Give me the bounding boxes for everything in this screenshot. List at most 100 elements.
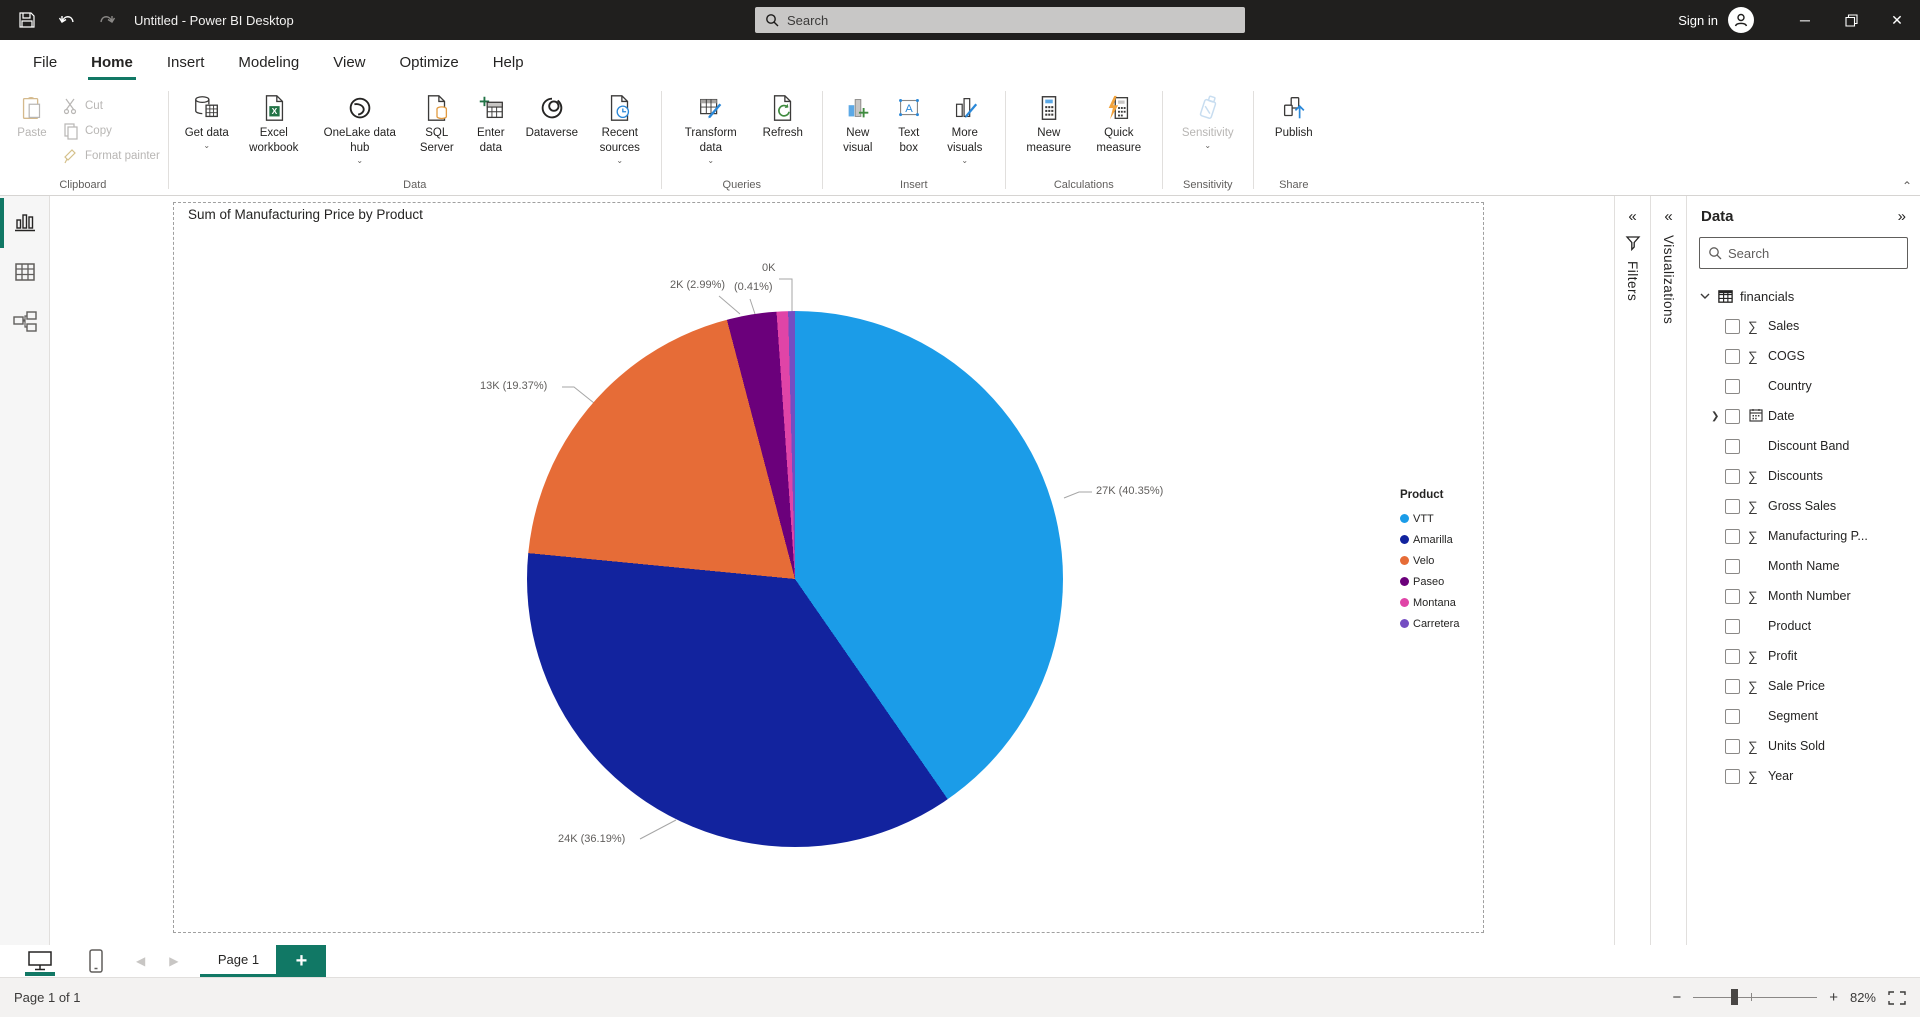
legend-item[interactable]: Amarilla (1400, 529, 1459, 550)
paste-button[interactable]: Paste (10, 89, 54, 141)
titlebar-search[interactable] (755, 7, 1245, 33)
field-row[interactable]: Country (1687, 371, 1920, 401)
field-checkbox[interactable] (1725, 619, 1740, 634)
next-page-arrow[interactable]: ▶ (169, 954, 178, 968)
search-input[interactable] (787, 13, 1207, 28)
field-checkbox[interactable] (1725, 379, 1740, 394)
expand-filters-icon[interactable]: « (1628, 208, 1636, 225)
field-checkbox[interactable] (1725, 589, 1740, 604)
save-icon[interactable] (14, 7, 40, 33)
close-button[interactable]: ✕ (1874, 0, 1920, 40)
menu-item-modeling[interactable]: Modeling (221, 43, 316, 82)
format-painter-button[interactable]: Format painter (62, 143, 160, 168)
field-checkbox[interactable] (1725, 349, 1740, 364)
transform-data-button[interactable]: Transform data⌄ (674, 89, 748, 166)
table-node-financials[interactable]: financials (1687, 281, 1920, 311)
legend-item[interactable]: Montana (1400, 592, 1459, 613)
recent-sources-button[interactable]: Recent sources⌄ (591, 89, 649, 166)
refresh-button[interactable]: Refresh (756, 89, 810, 141)
quick-measure-button[interactable]: Quick measure (1088, 89, 1150, 156)
field-row[interactable]: ∑Sales (1687, 311, 1920, 341)
previous-page-arrow[interactable]: ◀ (136, 954, 145, 968)
zoom-slider-handle[interactable] (1731, 989, 1738, 1005)
page-tab[interactable]: Page 1 (200, 945, 276, 977)
zoom-out-button[interactable]: − (1672, 989, 1681, 1006)
field-row[interactable]: ∑Gross Sales (1687, 491, 1920, 521)
collapse-data-pane-icon[interactable]: » (1898, 208, 1906, 225)
field-checkbox[interactable] (1725, 499, 1740, 514)
menu-item-optimize[interactable]: Optimize (383, 43, 476, 82)
field-row[interactable]: ∑Manufacturing P... (1687, 521, 1920, 551)
copy-button[interactable]: Copy (62, 118, 160, 143)
field-checkbox[interactable] (1725, 409, 1740, 424)
field-checkbox[interactable] (1725, 439, 1740, 454)
field-row[interactable]: ∑Sale Price (1687, 671, 1920, 701)
report-canvas[interactable]: Sum of Manufacturing Price by Product 27… (50, 196, 1614, 945)
field-checkbox[interactable] (1725, 769, 1740, 784)
field-checkbox[interactable] (1725, 739, 1740, 754)
field-row[interactable]: ∑COGS (1687, 341, 1920, 371)
field-row[interactable]: Segment (1687, 701, 1920, 731)
field-row[interactable]: Discount Band (1687, 431, 1920, 461)
table-view-button[interactable] (11, 258, 39, 286)
field-checkbox[interactable] (1725, 709, 1740, 724)
undo-icon[interactable] (54, 7, 80, 33)
field-row[interactable]: ∑Year (1687, 761, 1920, 791)
field-row[interactable]: ❯Date (1687, 401, 1920, 431)
collapse-ribbon-button[interactable]: ⌃ (1902, 179, 1912, 193)
enter-data-button[interactable]: Enter data (469, 89, 513, 156)
model-view-button[interactable] (11, 308, 39, 336)
data-search-input[interactable] (1728, 246, 1898, 261)
field-checkbox[interactable] (1725, 529, 1740, 544)
new-visual-button[interactable]: New visual (835, 89, 881, 156)
menu-item-insert[interactable]: Insert (150, 43, 222, 82)
field-checkbox[interactable] (1725, 679, 1740, 694)
publish-button[interactable]: Publish (1266, 89, 1322, 141)
chevron-down-icon[interactable] (1699, 290, 1711, 302)
minimize-button[interactable]: ─ (1782, 0, 1828, 40)
new-measure-button[interactable]: New measure (1018, 89, 1080, 156)
zoom-in-button[interactable]: + (1829, 989, 1838, 1006)
visualizations-pane-title[interactable]: Visualizations (1661, 235, 1676, 324)
more-visuals-button[interactable]: More visuals⌄ (937, 89, 993, 166)
pie-chart[interactable] (527, 311, 1063, 847)
new-page-button[interactable]: + (276, 945, 326, 977)
field-row[interactable]: Month Name (1687, 551, 1920, 581)
data-search-box[interactable] (1699, 237, 1908, 269)
field-row[interactable]: Product (1687, 611, 1920, 641)
sign-in-button[interactable]: Sign in (1678, 13, 1718, 28)
dataverse-button[interactable]: Dataverse (521, 89, 583, 141)
mobile-layout-button[interactable] (80, 946, 112, 976)
legend-item[interactable]: VTT (1400, 508, 1459, 529)
legend-item[interactable]: Velo (1400, 550, 1459, 571)
menu-item-home[interactable]: Home (74, 43, 150, 82)
restore-button[interactable] (1828, 0, 1874, 40)
account-avatar[interactable] (1728, 7, 1754, 33)
field-checkbox[interactable] (1725, 469, 1740, 484)
field-checkbox[interactable] (1725, 559, 1740, 574)
field-row[interactable]: ∑Profit (1687, 641, 1920, 671)
field-row[interactable]: ∑Discounts (1687, 461, 1920, 491)
legend-item[interactable]: Paseo (1400, 571, 1459, 592)
pie-chart-visual[interactable]: Sum of Manufacturing Price by Product 27… (173, 202, 1484, 933)
field-checkbox[interactable] (1725, 649, 1740, 664)
desktop-layout-button[interactable] (24, 946, 56, 976)
onelake-data-hub-button[interactable]: OneLake data hub⌄ (315, 89, 405, 166)
get-data-button[interactable]: Get data⌄ (181, 89, 233, 151)
expand-field-chevron[interactable]: ❯ (1711, 411, 1725, 422)
sensitivity-button[interactable]: Sensitivity⌄ (1175, 89, 1241, 151)
report-view-button[interactable] (11, 208, 39, 236)
field-checkbox[interactable] (1725, 319, 1740, 334)
menu-item-help[interactable]: Help (476, 43, 541, 82)
text-box-button[interactable]: A Text box (889, 89, 929, 156)
expand-visualizations-icon[interactable]: « (1664, 208, 1672, 225)
sql-server-button[interactable]: SQL Server (413, 89, 461, 156)
menu-item-file[interactable]: File (16, 43, 74, 82)
excel-workbook-button[interactable]: X Excel workbook (241, 89, 307, 156)
filters-pane-title[interactable]: Filters (1625, 261, 1640, 301)
fit-to-page-icon[interactable] (1888, 991, 1906, 1005)
legend-item[interactable]: Carretera (1400, 613, 1459, 634)
zoom-slider[interactable] (1693, 997, 1817, 998)
field-row[interactable]: ∑Units Sold (1687, 731, 1920, 761)
menu-item-view[interactable]: View (316, 43, 382, 82)
